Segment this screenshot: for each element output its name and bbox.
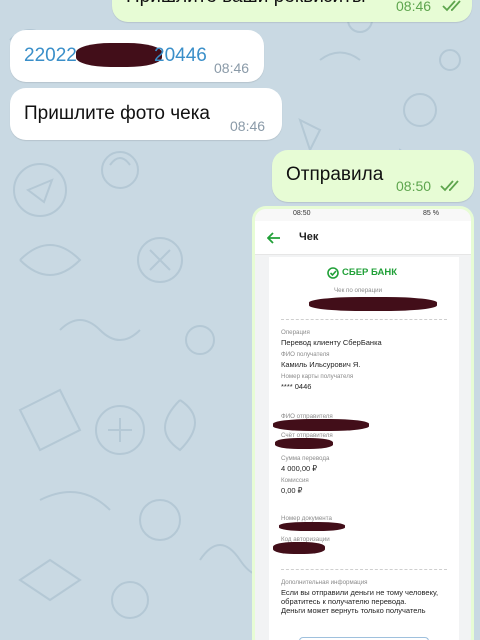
extra-info-line-3: Деньги может вернуть только получатель xyxy=(281,606,426,615)
sber-logo-icon xyxy=(327,267,339,279)
receipt-photo[interactable]: 08:50 85 % Чек СБЕР БАНК Чек по операции… xyxy=(255,209,471,640)
redaction-mark xyxy=(279,522,345,531)
doc-number-label: Номер документа xyxy=(281,515,332,522)
amount-value: 4 000,00 ₽ xyxy=(281,464,318,473)
fee-value: 0,00 ₽ xyxy=(281,486,303,495)
fee-label: Комиссия xyxy=(281,477,309,484)
amount-label: Сумма перевода xyxy=(281,455,330,462)
card-number-start: 22022 xyxy=(24,45,77,66)
message-text: Пришлите фото чека xyxy=(24,103,210,124)
incoming-message-photo-request[interactable]: Пришлите фото чека 08:46 xyxy=(10,88,282,140)
photo-app-bar: Чек xyxy=(255,221,471,255)
recipient-card-value: **** 0446 xyxy=(281,382,312,391)
bank-name: СБЕР БАНК xyxy=(342,267,397,278)
receipt-subtitle: Чек по операции xyxy=(334,287,383,294)
message-time: 08:46 xyxy=(230,118,266,134)
incoming-message-card-number[interactable]: 22022 20446 08:46 xyxy=(10,30,264,82)
message-time: 08:50 xyxy=(396,178,432,194)
status-battery: 85 % xyxy=(423,210,439,217)
receipt-document: СБЕР БАНК Чек по операции Операция Перев… xyxy=(269,257,459,640)
message-time: 08:46 xyxy=(396,0,432,14)
recipient-value: Камиль Ильсурович Я. xyxy=(281,360,361,369)
photo-status-bar: 08:50 85 % xyxy=(255,209,471,221)
outgoing-message-sent[interactable]: Отправила 08:50 xyxy=(272,150,474,202)
status-time: 08:50 xyxy=(293,210,311,217)
redaction-mark xyxy=(309,297,437,311)
photo-message-receipt[interactable]: 08:50 85 % Чек СБЕР БАНК Чек по операции… xyxy=(252,206,474,640)
extra-info-line-2: обратитесь к получателю перевода. xyxy=(281,597,407,606)
recipient-label: ФИО получателя xyxy=(281,351,330,358)
back-arrow-icon xyxy=(267,232,280,244)
redaction-mark xyxy=(273,542,325,554)
redaction-mark xyxy=(76,43,162,67)
photo-screen-title: Чек xyxy=(299,231,319,243)
extra-info-label: Дополнительная информация xyxy=(281,579,368,586)
double-check-icon xyxy=(440,180,459,192)
message-text: Пришлите ваши реквизиты xyxy=(126,0,366,8)
message-text: Отправила xyxy=(286,164,384,185)
operation-label: Операция xyxy=(281,329,310,336)
operation-value: Перевод клиенту СберБанка xyxy=(281,338,382,347)
dashed-divider xyxy=(281,319,447,320)
message-time: 08:46 xyxy=(214,60,250,76)
redaction-mark xyxy=(273,419,369,431)
recipient-card-label: Номер карты получателя xyxy=(281,373,354,380)
double-check-icon xyxy=(442,0,461,12)
card-number-end: 20446 xyxy=(154,45,207,66)
extra-info-line-1: Если вы отправили деньги не тому человек… xyxy=(281,588,439,597)
outgoing-message-requisites[interactable]: Пришлите ваши реквизиты 08:46 xyxy=(112,0,472,22)
dashed-divider xyxy=(281,569,447,570)
redaction-mark xyxy=(275,438,333,449)
